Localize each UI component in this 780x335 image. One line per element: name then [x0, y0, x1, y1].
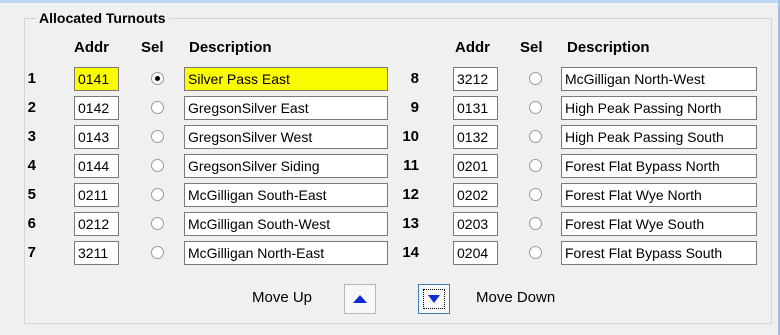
select-radio[interactable]: [151, 159, 164, 172]
group-title: Allocated Turnouts: [36, 10, 169, 26]
address-field[interactable]: 0142: [74, 96, 119, 120]
address-field[interactable]: 3212: [453, 67, 498, 91]
address-field[interactable]: 0132: [453, 125, 498, 149]
select-radio[interactable]: [529, 188, 542, 201]
select-radio[interactable]: [151, 246, 164, 259]
description-field[interactable]: Forest Flat Bypass North: [561, 154, 757, 178]
description-header-left: Description: [189, 39, 272, 56]
description-field[interactable]: Forest Flat Bypass South: [561, 241, 757, 265]
addr-header-right: Addr: [455, 39, 490, 56]
move-up-button[interactable]: [344, 284, 376, 314]
description-field[interactable]: Forest Flat Wye South: [561, 212, 757, 236]
row-number: 1: [27, 70, 36, 87]
sel-header-left: Sel: [141, 39, 164, 56]
select-radio[interactable]: [529, 246, 542, 259]
select-radio[interactable]: [151, 188, 164, 201]
select-radio[interactable]: [529, 217, 542, 230]
sel-header-right: Sel: [520, 39, 543, 56]
description-field[interactable]: GregsonSilver Siding: [184, 154, 388, 178]
row-number: 3: [27, 128, 36, 145]
select-radio[interactable]: [529, 159, 542, 172]
row-number: 12: [402, 186, 419, 203]
select-radio[interactable]: [151, 72, 164, 85]
row-number: 2: [27, 99, 36, 116]
description-field[interactable]: GregsonSilver West: [184, 125, 388, 149]
address-field[interactable]: 0131: [453, 96, 498, 120]
address-field[interactable]: 0144: [74, 154, 119, 178]
select-radio[interactable]: [151, 130, 164, 143]
select-radio[interactable]: [151, 101, 164, 114]
description-field[interactable]: McGilligan North-East: [184, 241, 388, 265]
move-down-button[interactable]: [418, 284, 450, 314]
description-field[interactable]: High Peak Passing North: [561, 96, 757, 120]
address-field[interactable]: 0202: [453, 183, 498, 207]
select-radio[interactable]: [529, 72, 542, 85]
row-number: 10: [402, 128, 419, 145]
move-up-label: Move Up: [252, 289, 313, 306]
row-number: 11: [403, 157, 419, 174]
select-radio[interactable]: [529, 101, 542, 114]
description-field[interactable]: McGilligan North-West: [561, 67, 757, 91]
description-field[interactable]: Silver Pass East: [184, 67, 388, 91]
select-radio[interactable]: [151, 217, 164, 230]
row-number: 9: [410, 99, 419, 116]
address-field[interactable]: 0141: [74, 67, 119, 91]
addr-header-left: Addr: [74, 39, 109, 56]
arrow-up-icon: [353, 295, 367, 303]
address-field[interactable]: 0212: [74, 212, 119, 236]
row-number: 5: [27, 186, 36, 203]
row-number: 8: [410, 70, 419, 87]
description-field[interactable]: GregsonSilver East: [184, 96, 388, 120]
arrow-down-icon: [428, 295, 440, 303]
move-down-label: Move Down: [476, 289, 556, 306]
address-field[interactable]: 3211: [74, 241, 119, 265]
select-radio[interactable]: [529, 130, 542, 143]
address-field[interactable]: 0143: [74, 125, 119, 149]
row-number: 6: [27, 215, 36, 232]
description-field[interactable]: McGilligan South-East: [184, 183, 388, 207]
row-number: 13: [402, 215, 419, 232]
description-field[interactable]: McGilligan South-West: [184, 212, 388, 236]
row-number: 7: [27, 244, 36, 261]
address-field[interactable]: 0211: [74, 183, 119, 207]
address-field[interactable]: 0204: [453, 241, 498, 265]
address-field[interactable]: 0203: [453, 212, 498, 236]
description-field[interactable]: Forest Flat Wye North: [561, 183, 757, 207]
description-header-right: Description: [567, 39, 650, 56]
row-number: 4: [27, 157, 36, 174]
description-field[interactable]: High Peak Passing South: [561, 125, 757, 149]
row-number: 14: [402, 244, 419, 261]
window-top-border: [0, 0, 780, 3]
address-field[interactable]: 0201: [453, 154, 498, 178]
